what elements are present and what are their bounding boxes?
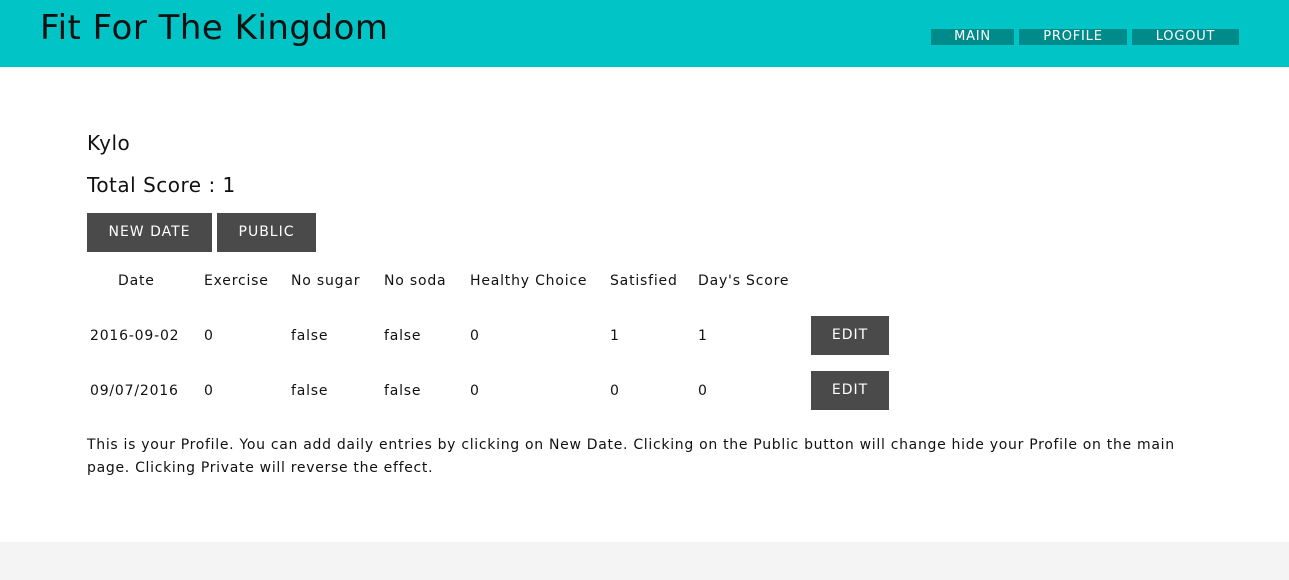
column-header-no-soda: No soda	[384, 273, 447, 289]
cell-date: 2016-09-02	[90, 328, 180, 344]
total-score: Total Score : 1	[87, 173, 236, 197]
nav-logout-link[interactable]: LOGOUT	[1132, 29, 1239, 45]
cell-no-sugar: false	[291, 328, 329, 344]
column-header-no-sugar: No sugar	[291, 273, 361, 289]
column-header-healthy-choice: Healthy Choice	[470, 273, 588, 289]
page-footer	[0, 542, 1289, 580]
cell-healthy-choice: 0	[470, 328, 480, 344]
edit-button[interactable]: EDIT	[811, 316, 889, 355]
cell-no-sugar: false	[291, 383, 329, 399]
cell-satisfied: 0	[610, 383, 620, 399]
cell-no-soda: false	[384, 328, 422, 344]
column-header-exercise: Exercise	[204, 273, 269, 289]
profile-content: Kylo Total Score : 1 NEW DATE PUBLIC Dat…	[0, 67, 1289, 542]
cell-days-score: 0	[698, 383, 708, 399]
column-header-date: Date	[118, 273, 155, 289]
cell-days-score: 1	[698, 328, 708, 344]
column-header-days-score: Day's Score	[698, 273, 790, 289]
cell-exercise: 0	[204, 328, 214, 344]
edit-button[interactable]: EDIT	[811, 371, 889, 410]
username: Kylo	[87, 131, 131, 155]
cell-exercise: 0	[204, 383, 214, 399]
cell-date: 09/07/2016	[90, 383, 179, 399]
nav-profile-link[interactable]: PROFILE	[1019, 29, 1127, 45]
cell-healthy-choice: 0	[470, 383, 480, 399]
new-date-button[interactable]: NEW DATE	[87, 213, 212, 252]
site-title: Fit For The Kingdom	[40, 8, 389, 48]
column-header-satisfied: Satisfied	[610, 273, 678, 289]
cell-no-soda: false	[384, 383, 422, 399]
nav-main-link[interactable]: MAIN	[931, 29, 1014, 45]
public-button[interactable]: PUBLIC	[217, 213, 316, 252]
profile-help-text: This is your Profile. You can add daily …	[87, 437, 1175, 476]
cell-satisfied: 1	[610, 328, 620, 344]
site-header: Fit For The Kingdom MAIN PROFILE LOGOUT	[0, 0, 1289, 67]
